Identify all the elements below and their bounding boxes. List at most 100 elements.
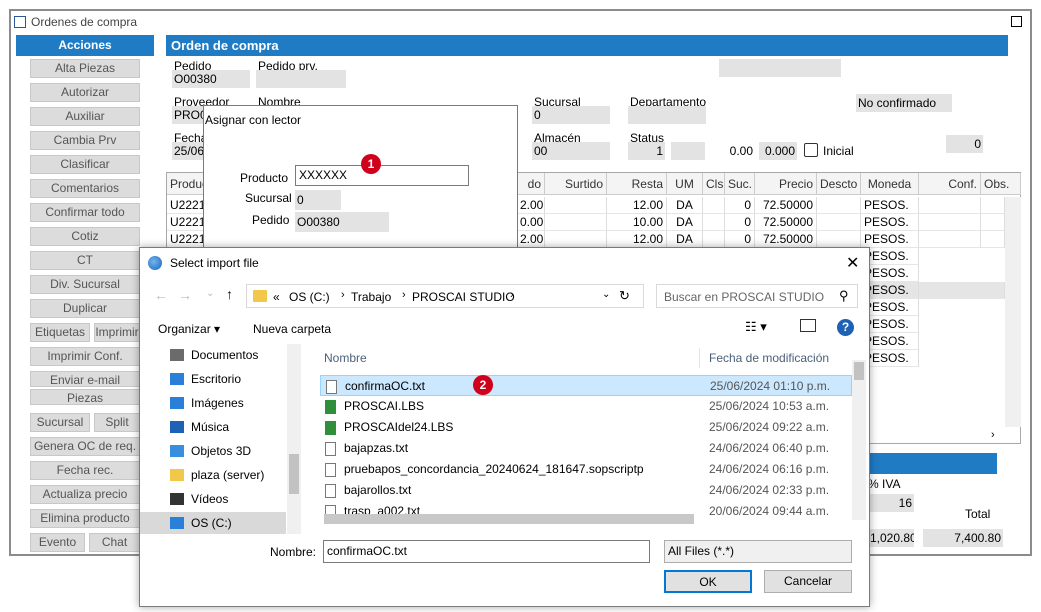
grid-cell-obs[interactable] <box>981 197 1005 214</box>
actualiza-precio-button[interactable]: Actualiza precio <box>30 485 140 504</box>
col-resta[interactable]: Resta <box>607 173 667 195</box>
nav-scroll-thumb[interactable] <box>289 454 299 494</box>
grid-row-highlight[interactable] <box>919 282 1005 299</box>
nav-item[interactable]: Música <box>170 416 288 438</box>
grid-cell-um[interactable]: DA <box>667 231 703 248</box>
search-input[interactable]: Buscar en PROSCAI STUDIO <box>664 290 824 304</box>
evento-button[interactable]: Evento <box>30 533 85 552</box>
accion-button[interactable]: Alta Piezas <box>30 59 140 78</box>
col-conf[interactable]: Conf. <box>919 173 981 195</box>
col-surtido[interactable]: Surtido <box>545 173 607 195</box>
grid-cell-descto[interactable] <box>817 197 861 214</box>
col-precio[interactable]: Precio <box>755 173 817 195</box>
grid-cell-precio[interactable]: 72.50000 <box>755 214 817 231</box>
grid-cell-cls[interactable] <box>703 197 725 214</box>
grid-cell-precio[interactable]: 72.50000 <box>755 231 817 248</box>
nav-item[interactable]: OS (C:) <box>140 512 286 534</box>
recent-dropdown-icon[interactable]: ⌄ <box>206 288 214 299</box>
files-hscroll-thumb[interactable] <box>324 514 694 524</box>
accion-button[interactable]: CT <box>30 251 140 270</box>
nombre-input[interactable]: confirmaOC.txt <box>323 540 650 563</box>
nueva-carpeta-button[interactable]: Nueva carpeta <box>253 322 331 336</box>
file-row[interactable]: bajarollos.txt 24/06/2024 02:33 p.m. <box>320 480 852 501</box>
accion-button[interactable]: Cambia Prv <box>30 131 140 150</box>
sucursal-field[interactable]: 0 <box>532 106 610 124</box>
grid-cell-resta[interactable]: 10.00 <box>607 214 667 231</box>
organizar-button[interactable]: Organizar ▾ <box>158 322 220 336</box>
lector-sucursal-field[interactable]: 0 <box>295 190 341 210</box>
col-suc[interactable]: Suc. <box>725 173 755 195</box>
address-bar[interactable]: « OS (C:) › Trabajo › PROSCAI STUDIO › ⌄… <box>246 284 644 308</box>
breadcrumb-trabajo[interactable]: Trabajo <box>351 290 391 304</box>
grid-cell-moneda[interactable]: PESOS. <box>861 197 919 214</box>
grid-cell-precio[interactable]: 72.50000 <box>755 197 817 214</box>
grid-cell-do[interactable]: 2.00 <box>517 197 545 214</box>
proveedor-field[interactable]: PRO009 <box>172 106 204 124</box>
accion-button[interactable]: Clasificar <box>30 155 140 174</box>
col-do[interactable]: do <box>517 173 545 195</box>
grid-cell-descto[interactable] <box>817 231 861 248</box>
pedido-field[interactable]: O00380 <box>172 70 250 88</box>
chevron-down-icon[interactable]: ⌄ <box>602 289 610 300</box>
lector-pedido-field[interactable]: O00380 <box>295 212 389 232</box>
grid-cell-moneda[interactable]: PESOS. <box>861 231 919 248</box>
grid-cell-suc[interactable]: 0 <box>725 214 755 231</box>
files-scrollbar[interactable] <box>852 360 866 520</box>
file-row[interactable]: confirmaOC.txt 25/06/2024 01:10 p.m. <box>320 375 852 396</box>
grid-scrollbar[interactable] <box>1005 197 1021 427</box>
top-right-field[interactable] <box>719 59 841 77</box>
grid-cell-suc[interactable]: 0 <box>725 231 755 248</box>
forward-arrow-icon[interactable]: → <box>178 287 192 303</box>
blank-field[interactable] <box>671 142 705 160</box>
almacen-field[interactable]: 00 <box>532 142 610 160</box>
help-icon[interactable]: ? <box>837 319 854 336</box>
breadcrumb-os[interactable]: OS (C:) <box>289 290 330 304</box>
grid-cell-do[interactable]: 2.00 <box>517 231 545 248</box>
grid-cell-obs[interactable] <box>981 214 1005 231</box>
lector-producto-input[interactable]: XXXXXX <box>295 165 469 186</box>
file-type-select[interactable]: All Files (*.*) <box>664 540 852 563</box>
grid-cell-resta[interactable]: 12.00 <box>607 197 667 214</box>
col-cls[interactable]: Cls <box>703 173 725 195</box>
file-row[interactable]: pruebapos_concordancia_20240624_181647.s… <box>320 459 852 480</box>
nav-item[interactable]: Documentos <box>170 344 288 366</box>
navigation-pane[interactable]: Documentos Escritorio Imágenes Música Objeto… <box>140 344 296 534</box>
chat-button[interactable]: Chat <box>89 533 140 552</box>
search-box[interactable]: Buscar en PROSCAI STUDIO ⚲ <box>656 284 858 308</box>
grid-cell-resta[interactable]: 12.00 <box>607 231 667 248</box>
genera-oc-button[interactable]: Genera OC de req. <box>30 437 140 456</box>
fecha-rec-button[interactable]: Fecha rec. <box>30 461 140 480</box>
enviar-email-button[interactable]: Enviar e-mail <box>30 371 140 387</box>
imprimir-button[interactable]: Imprimir <box>94 323 140 342</box>
file-row[interactable]: PROSCAIdel24.LBS 25/06/2024 09:22 a.m. <box>320 417 852 438</box>
view-options-icon[interactable]: ☷ ▾ <box>745 319 767 335</box>
grid-cell-conf[interactable] <box>919 231 981 248</box>
accion-button[interactable]: Autorizar <box>30 83 140 102</box>
grid-cell-obs[interactable] <box>981 231 1005 248</box>
refresh-icon[interactable]: ↻ <box>619 288 630 304</box>
elimina-producto-button[interactable]: Elimina producto <box>30 509 140 528</box>
grid-cell-descto[interactable] <box>817 214 861 231</box>
iva-field[interactable]: 16 <box>868 494 914 512</box>
grid-cell-um[interactable]: DA <box>667 197 703 214</box>
grid-cell-surtido[interactable] <box>545 214 607 231</box>
grid-cell-surtido[interactable] <box>545 197 607 214</box>
grid-cell-cls[interactable] <box>703 231 725 248</box>
col-um[interactable]: UM <box>667 173 703 195</box>
file-row[interactable]: bajapzas.txt 24/06/2024 06:40 p.m. <box>320 438 852 459</box>
pedido-prv-field[interactable] <box>256 70 346 88</box>
grid-cell-moneda[interactable]: PESOS. <box>861 214 919 231</box>
status-field[interactable]: 1 <box>628 142 665 160</box>
accion-button[interactable]: Confirmar todo <box>30 203 140 222</box>
etiquetas-button[interactable]: Etiquetas <box>30 323 90 342</box>
accion-button[interactable]: Auxiliar <box>30 107 140 126</box>
close-icon[interactable]: ✕ <box>846 253 859 273</box>
grid-cell-cls[interactable] <box>703 214 725 231</box>
sucursal-button[interactable]: Sucursal <box>30 413 90 432</box>
preview-pane-icon[interactable] <box>800 319 816 332</box>
up-arrow-icon[interactable]: ↑ <box>226 286 233 302</box>
grid-cell-conf[interactable] <box>919 197 981 214</box>
imprimir-conf-button[interactable]: Imprimir Conf. <box>30 347 140 366</box>
grid-cell-conf[interactable] <box>919 214 981 231</box>
accion-button[interactable]: Cotiz <box>30 227 140 246</box>
